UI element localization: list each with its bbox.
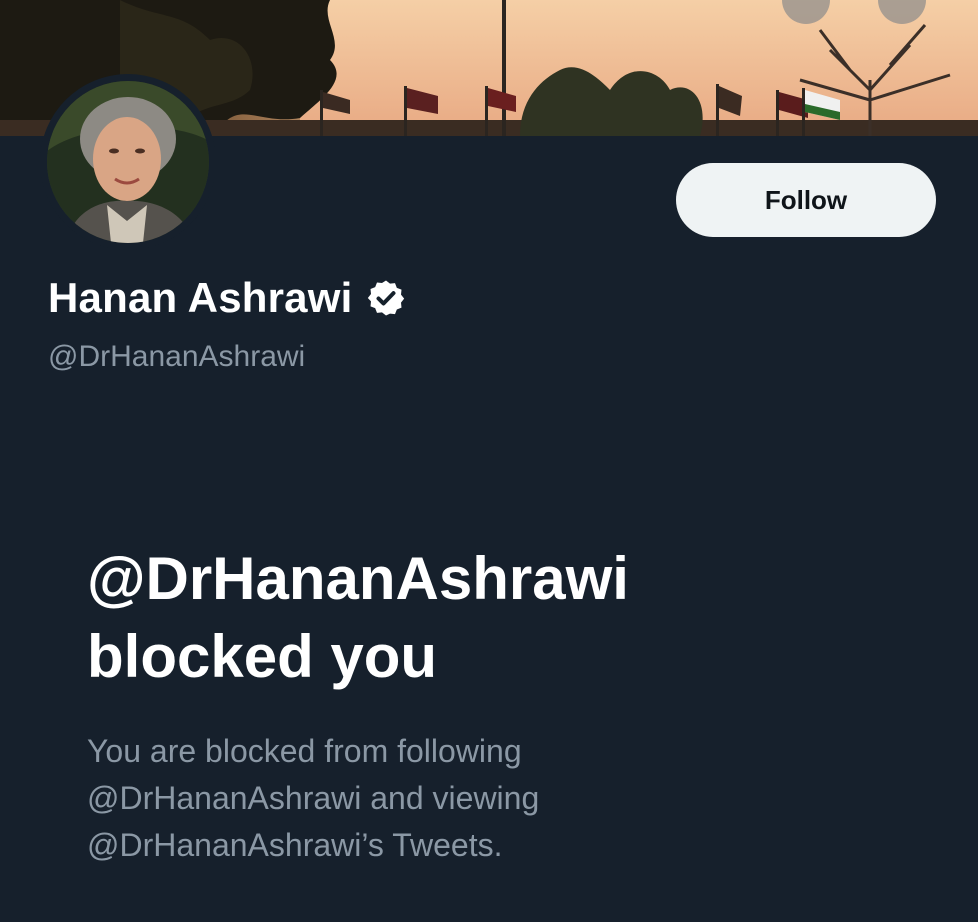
- blocked-heading: @DrHananAshrawi blocked you: [87, 540, 907, 696]
- avatar[interactable]: [40, 74, 216, 250]
- verified-badge-icon: [368, 280, 405, 316]
- profile-name-row: Hanan Ashrawi: [48, 274, 406, 322]
- blocked-description-line3: @DrHananAshrawi’s Tweets.: [87, 827, 503, 863]
- avatar-image: [47, 81, 209, 243]
- profile-handle: @DrHananAshrawi: [48, 340, 306, 373]
- blocked-heading-line1: @DrHananAshrawi: [87, 545, 629, 612]
- blocked-description-line1: You are blocked from following: [87, 733, 522, 769]
- blocked-description-line2: @DrHananAshrawi and viewing: [87, 780, 540, 816]
- follow-button[interactable]: Follow: [676, 163, 936, 237]
- display-name: Hanan Ashrawi: [48, 274, 353, 321]
- blocked-description: You are blocked from following @DrHananA…: [87, 728, 707, 869]
- blocked-heading-line2: blocked you: [87, 623, 438, 690]
